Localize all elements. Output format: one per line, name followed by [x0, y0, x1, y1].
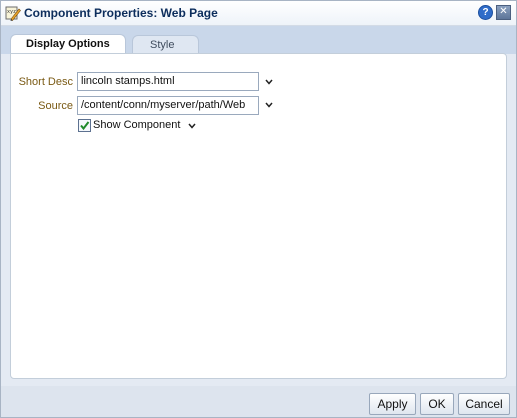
edit-properties-icon: xyz [5, 6, 21, 21]
source-label-cell: Source [11, 96, 73, 116]
short-desc-field[interactable]: lincoln stamps.html [77, 72, 259, 91]
show-component-checkbox[interactable] [78, 119, 91, 132]
title-bar: xyz Component Properties: Web Page ? ✕ [1, 1, 516, 26]
show-component-chevron-down-icon[interactable] [187, 121, 197, 131]
tab-strip: Display Options Style [1, 26, 516, 55]
source-label: Source [38, 100, 73, 112]
display-options-panel: Short Desc lincoln stamps.html Source /c… [10, 53, 507, 379]
source-field[interactable]: /content/conn/myserver/path/Web [77, 96, 259, 115]
checkmark-icon [80, 121, 90, 131]
close-icon[interactable]: ✕ [496, 5, 511, 20]
tab-display-options[interactable]: Display Options [10, 34, 126, 55]
ok-button[interactable]: OK [420, 393, 454, 415]
short-desc-chevron-down-icon[interactable] [264, 77, 274, 87]
cancel-button[interactable]: Cancel [458, 393, 510, 415]
apply-button[interactable]: Apply [369, 393, 416, 415]
help-icon[interactable]: ? [478, 5, 493, 20]
tab-style[interactable]: Style [132, 35, 200, 55]
short-desc-label-cell: Short Desc [11, 72, 73, 92]
source-chevron-down-icon[interactable] [264, 100, 274, 110]
dialog-title: Component Properties: Web Page [24, 6, 218, 20]
show-component-label: Show Component [93, 119, 181, 131]
component-properties-dialog: xyz Component Properties: Web Page ? ✕ D… [0, 0, 517, 418]
short-desc-label: Short Desc [18, 76, 73, 88]
dialog-footer: Apply OK Cancel [1, 386, 516, 417]
